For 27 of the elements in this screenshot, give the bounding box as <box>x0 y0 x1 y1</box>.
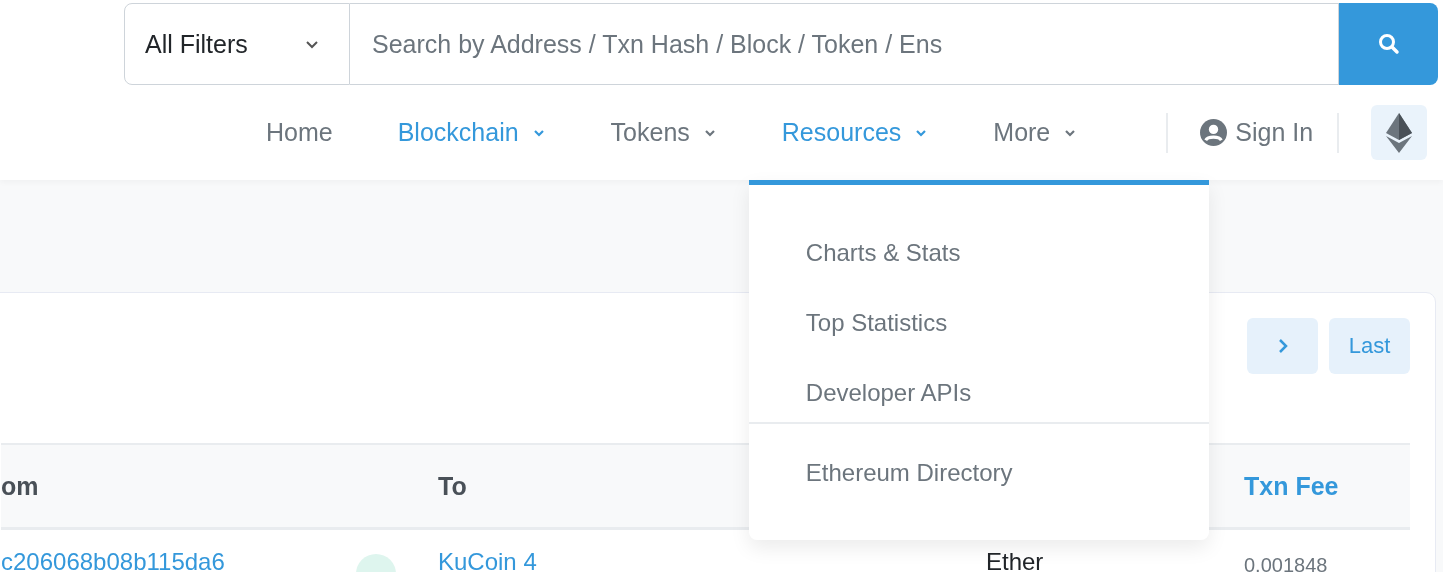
nav-link[interactable]: More <box>993 118 1077 147</box>
address-link[interactable]: c206068b08b115da6 <box>1 548 225 572</box>
last-page-button[interactable]: Last <box>1329 318 1410 374</box>
user-icon <box>1200 119 1228 146</box>
nav-link[interactable]: Resources <box>781 118 928 147</box>
search-button[interactable] <box>1339 3 1438 85</box>
search-field[interactable]: Search by Address / Txn Hash / Block / Token / Ens <box>350 3 1339 85</box>
column-header: To <box>438 471 467 501</box>
table-cell-text: 0.001848 <box>1244 553 1328 572</box>
nav-link[interactable]: Tokens <box>610 118 716 147</box>
column-header[interactable]: Txn Fee <box>1244 471 1339 501</box>
nav-link[interactable]: Home <box>266 118 333 147</box>
sign-in-link[interactable]: Sign In <box>1200 118 1314 147</box>
filter-dropdown[interactable]: All Filters <box>124 3 350 85</box>
menu-item[interactable]: Top Statistics <box>748 300 1209 370</box>
search-icon <box>1376 32 1401 56</box>
menu-item[interactable]: Developer APIs <box>748 370 1209 440</box>
chevron-right-icon <box>1277 338 1288 354</box>
network-button[interactable] <box>1371 105 1428 160</box>
menu-item[interactable]: Ethereum Directory <box>748 450 1209 520</box>
column-header: om <box>1 471 39 501</box>
caret-icon <box>305 39 319 49</box>
table-cell-text: Ether <box>985 548 1044 572</box>
menu-item[interactable]: Charts & Stats <box>748 230 1209 300</box>
address-link[interactable]: KuCoin 4 <box>438 548 537 572</box>
nav-link[interactable]: Blockchain <box>397 118 545 147</box>
diamond-icon <box>1386 112 1413 153</box>
